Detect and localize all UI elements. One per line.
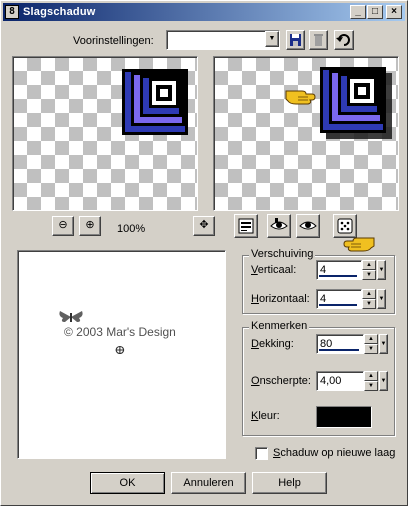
blur-value: 4,00 — [320, 375, 342, 387]
vertical-label: Verticaal: — [251, 264, 297, 276]
watermark-text: © 2003 Mar's Design — [64, 325, 176, 339]
cancel-button[interactable]: Annuleren — [171, 472, 246, 494]
presets-dropdown[interactable]: ▼ — [166, 30, 280, 50]
minimize-icon[interactable]: _ — [350, 5, 366, 19]
blur-dropdown-arrow[interactable]: ▼ — [379, 371, 388, 391]
offset-group-label: Verschuiving — [249, 248, 316, 260]
presets-label: Voorinstellingen: — [73, 35, 154, 47]
horizontal-label: Horizontaal: — [251, 293, 310, 305]
zoom-in-button[interactable]: ⊕ — [79, 216, 101, 236]
preview-eye-button[interactable] — [296, 214, 320, 238]
shadowed-squares-image — [320, 67, 392, 139]
cursor-icon: ⴲ — [115, 345, 125, 357]
zoom-level: 100% — [117, 223, 146, 235]
trash-icon — [314, 34, 323, 46]
ok-button[interactable]: OK — [90, 472, 165, 494]
eye-lock-icon — [270, 218, 288, 230]
app-icon: 8 — [5, 5, 19, 19]
properties-group-label: Kenmerken — [249, 320, 310, 332]
original-preview[interactable] — [12, 56, 198, 211]
dialog-window: 8 Slagschaduw _ □ × Voorinstellingen: ▼ — [0, 0, 408, 506]
reset-button[interactable] — [334, 30, 354, 50]
delete-preset-button[interactable] — [309, 30, 328, 50]
butterfly-icon — [59, 311, 83, 322]
horizontal-dropdown-arrow[interactable]: ▼ — [377, 289, 386, 309]
vertical-input[interactable]: 4 — [316, 260, 362, 280]
horizontal-input[interactable]: 4 — [316, 289, 362, 309]
floppy-icon — [290, 34, 301, 46]
magnifier-plus-icon: ⊕ — [85, 219, 95, 231]
blur-label: Onscherpte: — [251, 375, 311, 387]
opacity-input[interactable]: 80 — [316, 334, 364, 354]
undo-arrow-icon — [336, 34, 350, 46]
watermark-panel: © 2003 Mar's Design ⴲ — [17, 250, 226, 459]
hand-pointer-icon — [343, 237, 375, 252]
horizontal-spinner[interactable]: ▲ ▼ — [362, 289, 376, 309]
new-layer-label: Schaduw op nieuwe laag — [273, 447, 396, 459]
opacity-spinner[interactable]: ▲ ▼ — [364, 334, 378, 354]
opacity-label: Dekking: — [251, 338, 294, 350]
source-squares-image — [122, 69, 188, 135]
color-swatch[interactable] — [316, 406, 372, 428]
offset-group: Verschuiving Verticaal: 4 ▲ ▼ ▼ Horizonta… — [242, 248, 395, 314]
close-icon[interactable]: × — [386, 5, 402, 19]
proof-toggle-button[interactable] — [234, 214, 258, 238]
title-bar[interactable]: 8 Slagschaduw _ □ × — [3, 3, 405, 21]
eye-icon — [299, 221, 317, 230]
pan-button[interactable]: ✥ — [193, 216, 215, 236]
color-swatch-fill — [317, 407, 371, 427]
hand-pointer-icon — [285, 90, 316, 105]
opacity-dropdown-arrow[interactable]: ▼ — [379, 334, 388, 354]
chevron-down-icon[interactable]: ▼ — [265, 31, 279, 47]
window-title: Slagschaduw — [23, 6, 96, 18]
save-preset-button[interactable] — [286, 30, 305, 50]
blur-spinner[interactable]: ▲ ▼ — [364, 371, 378, 391]
zoom-out-button[interactable]: ⊖ — [52, 216, 74, 236]
vertical-dropdown-arrow[interactable]: ▼ — [377, 260, 386, 280]
color-label: Kleur: — [251, 410, 280, 422]
result-preview[interactable] — [213, 56, 399, 211]
magnifier-minus-icon: ⊖ — [58, 219, 68, 231]
blur-input[interactable]: 4,00 — [316, 371, 364, 391]
preview-panel-icon — [238, 218, 254, 234]
new-layer-checkbox[interactable] — [255, 447, 268, 460]
auto-proof-button[interactable] — [267, 214, 291, 238]
help-button[interactable]: Help — [252, 472, 327, 494]
maximize-icon[interactable]: □ — [367, 5, 383, 19]
vertical-spinner[interactable]: ▲ ▼ — [362, 260, 376, 280]
properties-group: Kenmerken Dekking: 80 ▲ ▼ ▼ Onscherpte: 4… — [242, 320, 395, 436]
move-arrows-icon: ✥ — [199, 219, 209, 231]
